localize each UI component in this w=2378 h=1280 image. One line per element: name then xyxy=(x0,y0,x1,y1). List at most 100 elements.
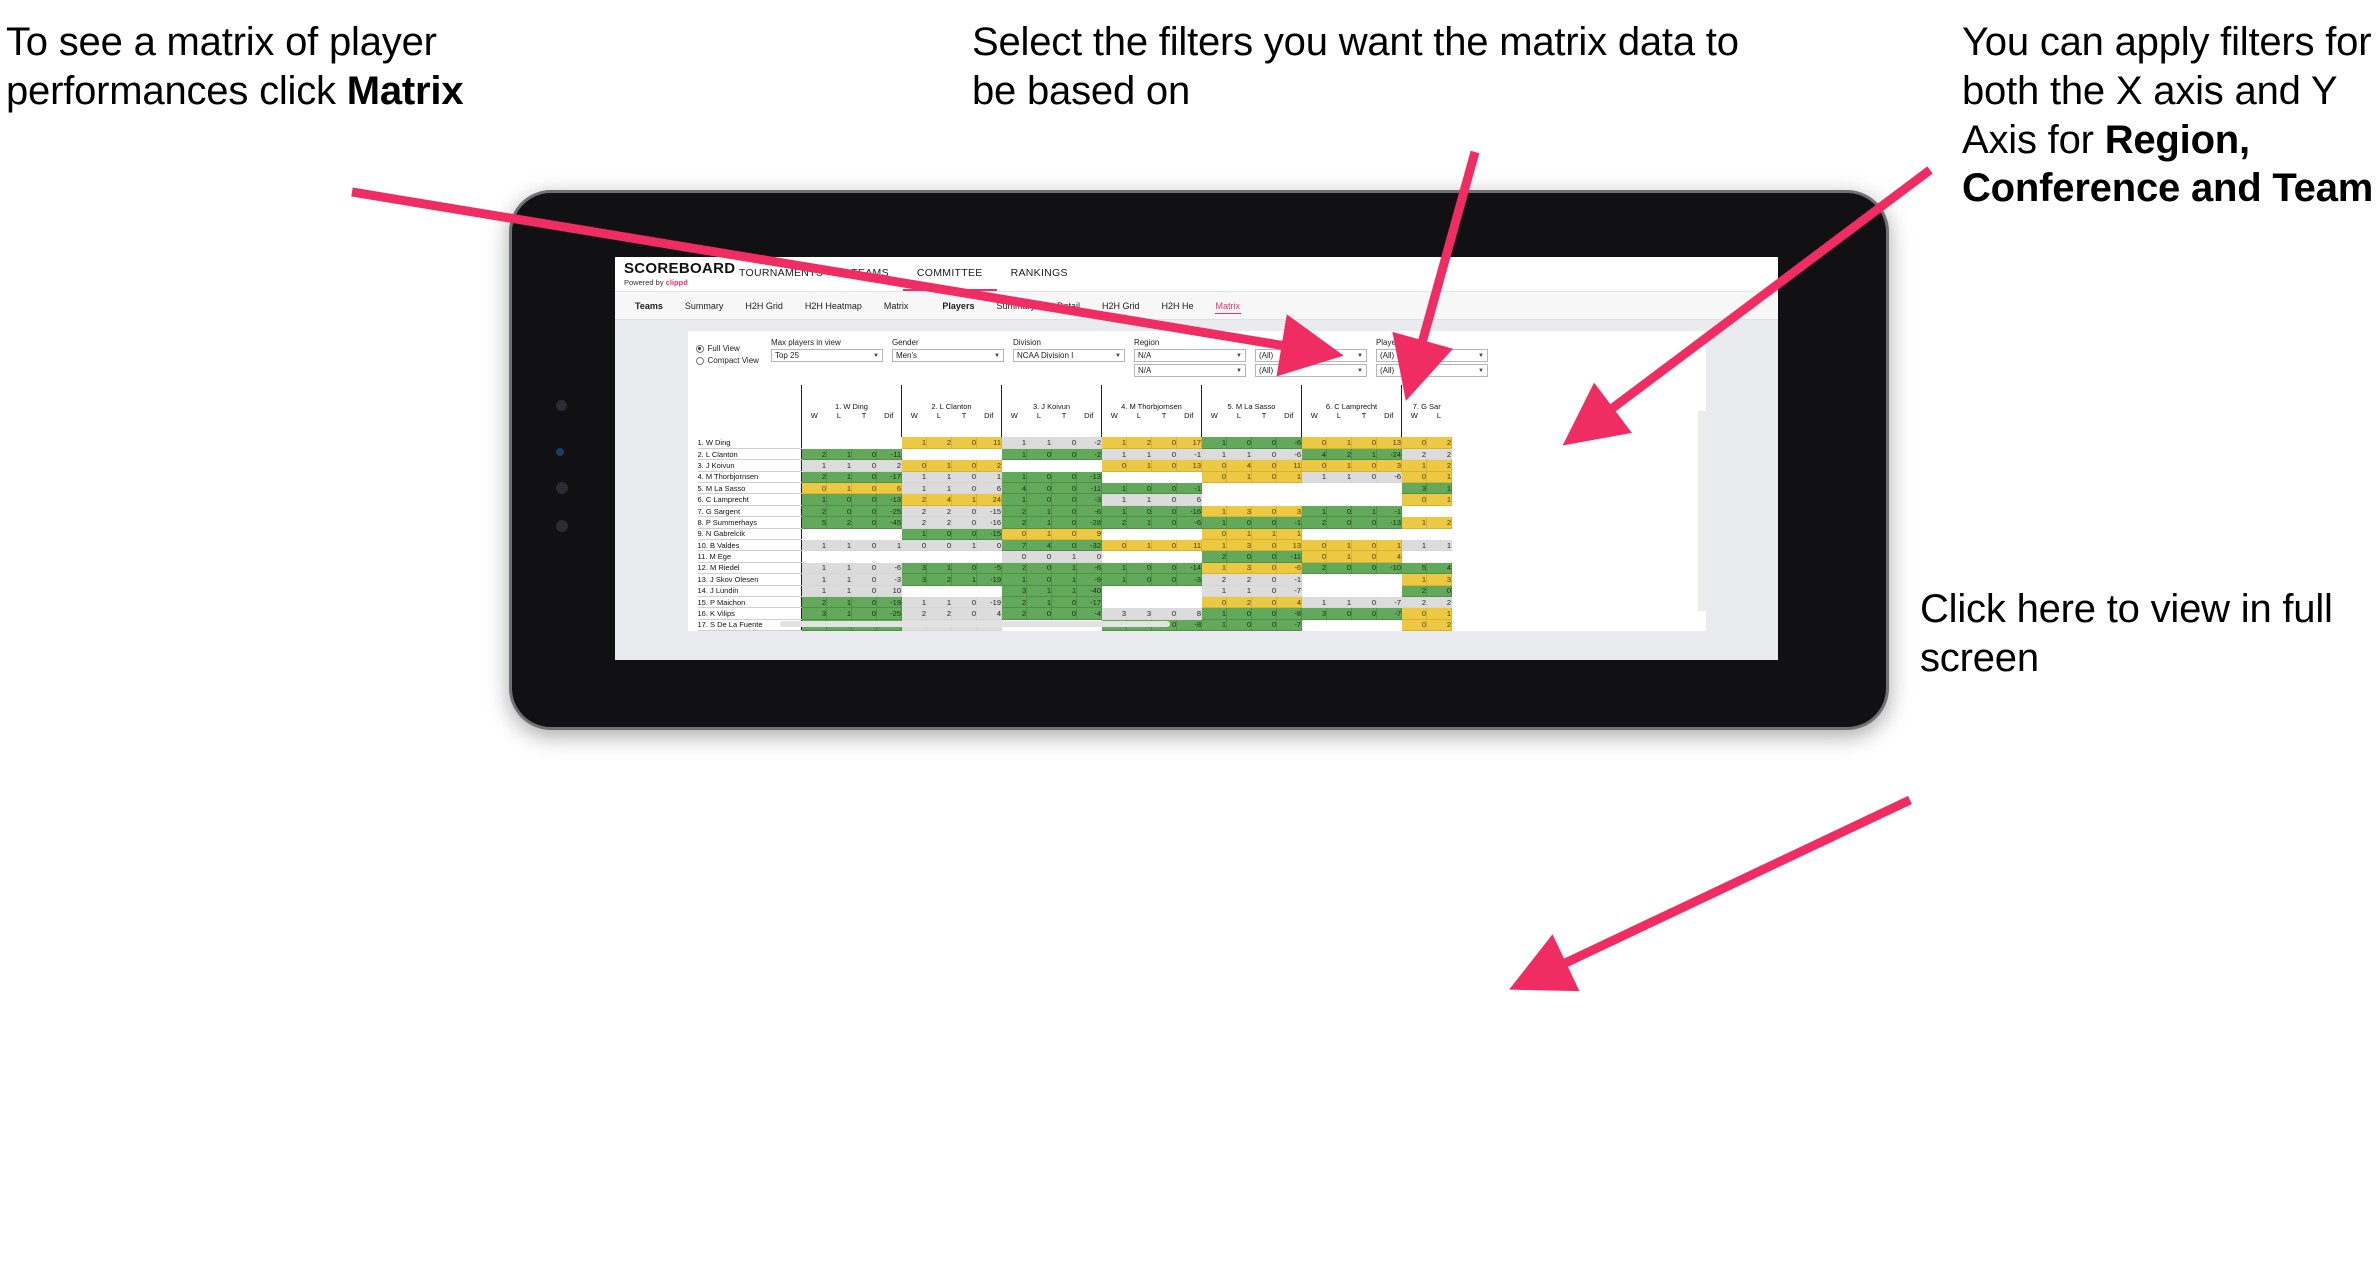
matrix-cell[interactable]: 0 xyxy=(1151,482,1177,495)
matrix-cell[interactable]: 0 xyxy=(951,596,977,609)
matrix-cell[interactable]: -8 xyxy=(1276,607,1302,620)
matrix-cell[interactable]: 0 xyxy=(1026,562,1052,575)
matrix-cell[interactable]: 1 xyxy=(1326,459,1352,472)
matrix-cell[interactable]: 13 xyxy=(1276,539,1302,552)
matrix-cell[interactable]: 0 xyxy=(926,539,952,552)
matrix-cell[interactable]: 1 xyxy=(1026,585,1052,597)
matrix-row-header[interactable]: 5. M La Sasso xyxy=(697,482,802,495)
matrix-row-header[interactable]: 13. J Skov Olesen xyxy=(697,573,802,586)
matrix-cell[interactable]: 1 xyxy=(1001,448,1027,461)
matrix-cell[interactable]: 0 xyxy=(1126,505,1152,518)
matrix-cell[interactable]: 2 xyxy=(1226,573,1252,586)
filter-max-players-select[interactable]: Top 25 ▼ xyxy=(770,349,883,362)
matrix-cell[interactable]: -6 xyxy=(876,562,902,575)
matrix-cell[interactable]: 3 xyxy=(1126,607,1152,620)
matrix-cell[interactable]: 0 xyxy=(1126,562,1152,575)
matrix-cell[interactable]: 1 xyxy=(1326,550,1352,563)
matrix-cell[interactable]: 0 xyxy=(1051,448,1077,461)
matrix-row-header[interactable]: 12. M Riedel xyxy=(697,562,802,575)
matrix-cell[interactable]: 0 xyxy=(851,482,877,495)
matrix-cell[interactable]: 0 xyxy=(926,528,952,541)
matrix-cell[interactable]: 1 xyxy=(1001,493,1027,506)
matrix-cell[interactable]: 2 xyxy=(1426,516,1452,529)
matrix-cell[interactable]: 4 xyxy=(1426,562,1452,575)
matrix-cell[interactable]: -32 xyxy=(1076,539,1102,552)
matrix-cell[interactable]: 1 xyxy=(926,596,952,609)
matrix-cell[interactable]: 1 xyxy=(1101,573,1127,586)
matrix-cell[interactable]: -2 xyxy=(1076,448,1102,461)
matrix-row-header[interactable]: 14. J Lundin xyxy=(697,585,802,597)
matrix-cell[interactable]: 0 xyxy=(901,539,927,552)
matrix-cell[interactable]: -1 xyxy=(1276,573,1302,586)
matrix-cell[interactable]: 1 xyxy=(826,607,852,620)
matrix-cell[interactable]: 1 xyxy=(1201,448,1227,461)
matrix-cell[interactable]: -25 xyxy=(876,505,902,518)
matrix-cell[interactable]: 0 xyxy=(851,573,877,586)
matrix-cell[interactable]: -1 xyxy=(1176,448,1202,461)
matrix-cell[interactable]: 1 xyxy=(1201,607,1227,620)
matrix-cell[interactable]: 0 xyxy=(851,562,877,575)
matrix-cell[interactable]: 1 xyxy=(801,562,827,575)
matrix-cell[interactable]: 0 xyxy=(1026,607,1052,620)
matrix-cell[interactable]: 1 xyxy=(826,448,852,461)
matrix-cell[interactable]: -9 xyxy=(1076,573,1102,586)
matrix-cell[interactable]: 0 xyxy=(1251,562,1277,575)
matrix-cell[interactable]: -6 xyxy=(1076,562,1102,575)
matrix-cell[interactable]: 0 xyxy=(1226,550,1252,563)
matrix-cell[interactable]: -3 xyxy=(1176,573,1202,586)
matrix-cell[interactable]: 0 xyxy=(951,562,977,575)
matrix-cell[interactable]: 5 xyxy=(1401,562,1427,575)
matrix-cell[interactable]: -13 xyxy=(876,493,902,506)
matrix-cell[interactable]: -45 xyxy=(876,516,902,529)
subnav-item-teams-summary[interactable]: Summary xyxy=(674,292,735,319)
matrix-cell[interactable]: 0 xyxy=(1401,471,1427,484)
subnav-item-teams-h2h-grid[interactable]: H2H Grid xyxy=(734,292,794,319)
matrix-cell[interactable]: 1 xyxy=(1001,573,1027,586)
matrix-cell[interactable]: 11 xyxy=(976,437,1002,449)
matrix-cell[interactable]: 1 xyxy=(826,482,852,495)
matrix-cell[interactable]: 1 xyxy=(801,585,827,597)
matrix-cell[interactable]: 1 xyxy=(1276,528,1302,541)
matrix-cell[interactable]: 0 xyxy=(1251,550,1277,563)
matrix-cell[interactable]: 1 xyxy=(801,573,827,586)
matrix-cell[interactable]: 1 xyxy=(1276,471,1302,484)
matrix-cell[interactable]: 1 xyxy=(826,562,852,575)
subnav-item-players-detail[interactable]: Detail xyxy=(1046,292,1091,319)
matrix-cell[interactable]: 0 xyxy=(1051,493,1077,506)
matrix-cell[interactable]: 2 xyxy=(1126,437,1152,449)
matrix-cell[interactable]: 0 xyxy=(1351,437,1377,449)
matrix-cell[interactable]: 0 xyxy=(951,482,977,495)
matrix-cell[interactable]: 1 xyxy=(826,596,852,609)
matrix-cell[interactable]: 2 xyxy=(1001,596,1027,609)
matrix-cell[interactable]: 0 xyxy=(951,505,977,518)
matrix-cell[interactable]: 0 xyxy=(1026,493,1052,506)
matrix-cell[interactable]: 0 xyxy=(1301,539,1327,552)
matrix-cell[interactable]: 0 xyxy=(1151,573,1177,586)
matrix-cell[interactable]: 2 xyxy=(926,516,952,529)
matrix-cell[interactable]: 1 xyxy=(901,471,927,484)
matrix-cell[interactable]: 1 xyxy=(1426,482,1452,495)
matrix-cell[interactable]: 0 xyxy=(1201,471,1227,484)
subnav-item-teams-matrix[interactable]: Matrix xyxy=(873,292,920,319)
matrix-cell[interactable]: 1 xyxy=(1201,619,1227,631)
matrix-cell[interactable]: -16 xyxy=(1176,505,1202,518)
matrix-cell[interactable]: 1 xyxy=(1351,448,1377,461)
matrix-cell[interactable]: 1 xyxy=(1226,528,1252,541)
matrix-cell[interactable]: 0 xyxy=(1101,459,1127,472)
matrix-cell[interactable]: 0 xyxy=(1226,516,1252,529)
matrix-cell[interactable]: 0 xyxy=(951,516,977,529)
matrix-cell[interactable]: 1 xyxy=(1226,585,1252,597)
matrix-cell[interactable]: 2 xyxy=(901,505,927,518)
matrix-cell[interactable]: 1 xyxy=(976,471,1002,484)
matrix-cell[interactable]: 1 xyxy=(1301,471,1327,484)
matrix-cell[interactable]: 1 xyxy=(1301,596,1327,609)
matrix-cell[interactable]: 2 xyxy=(1301,516,1327,529)
matrix-row-header[interactable]: 2. L Clanton xyxy=(697,448,802,461)
matrix-cell[interactable]: 0 xyxy=(1401,607,1427,620)
matrix-cell[interactable]: -7 xyxy=(1276,619,1302,631)
matrix-cell[interactable]: 0 xyxy=(1126,482,1152,495)
matrix-row-header[interactable]: 6. C Lamprecht xyxy=(697,493,802,506)
matrix-cell[interactable]: 0 xyxy=(851,607,877,620)
matrix-cell[interactable]: 1 xyxy=(1426,493,1452,506)
matrix-cell[interactable]: 2 xyxy=(876,459,902,472)
